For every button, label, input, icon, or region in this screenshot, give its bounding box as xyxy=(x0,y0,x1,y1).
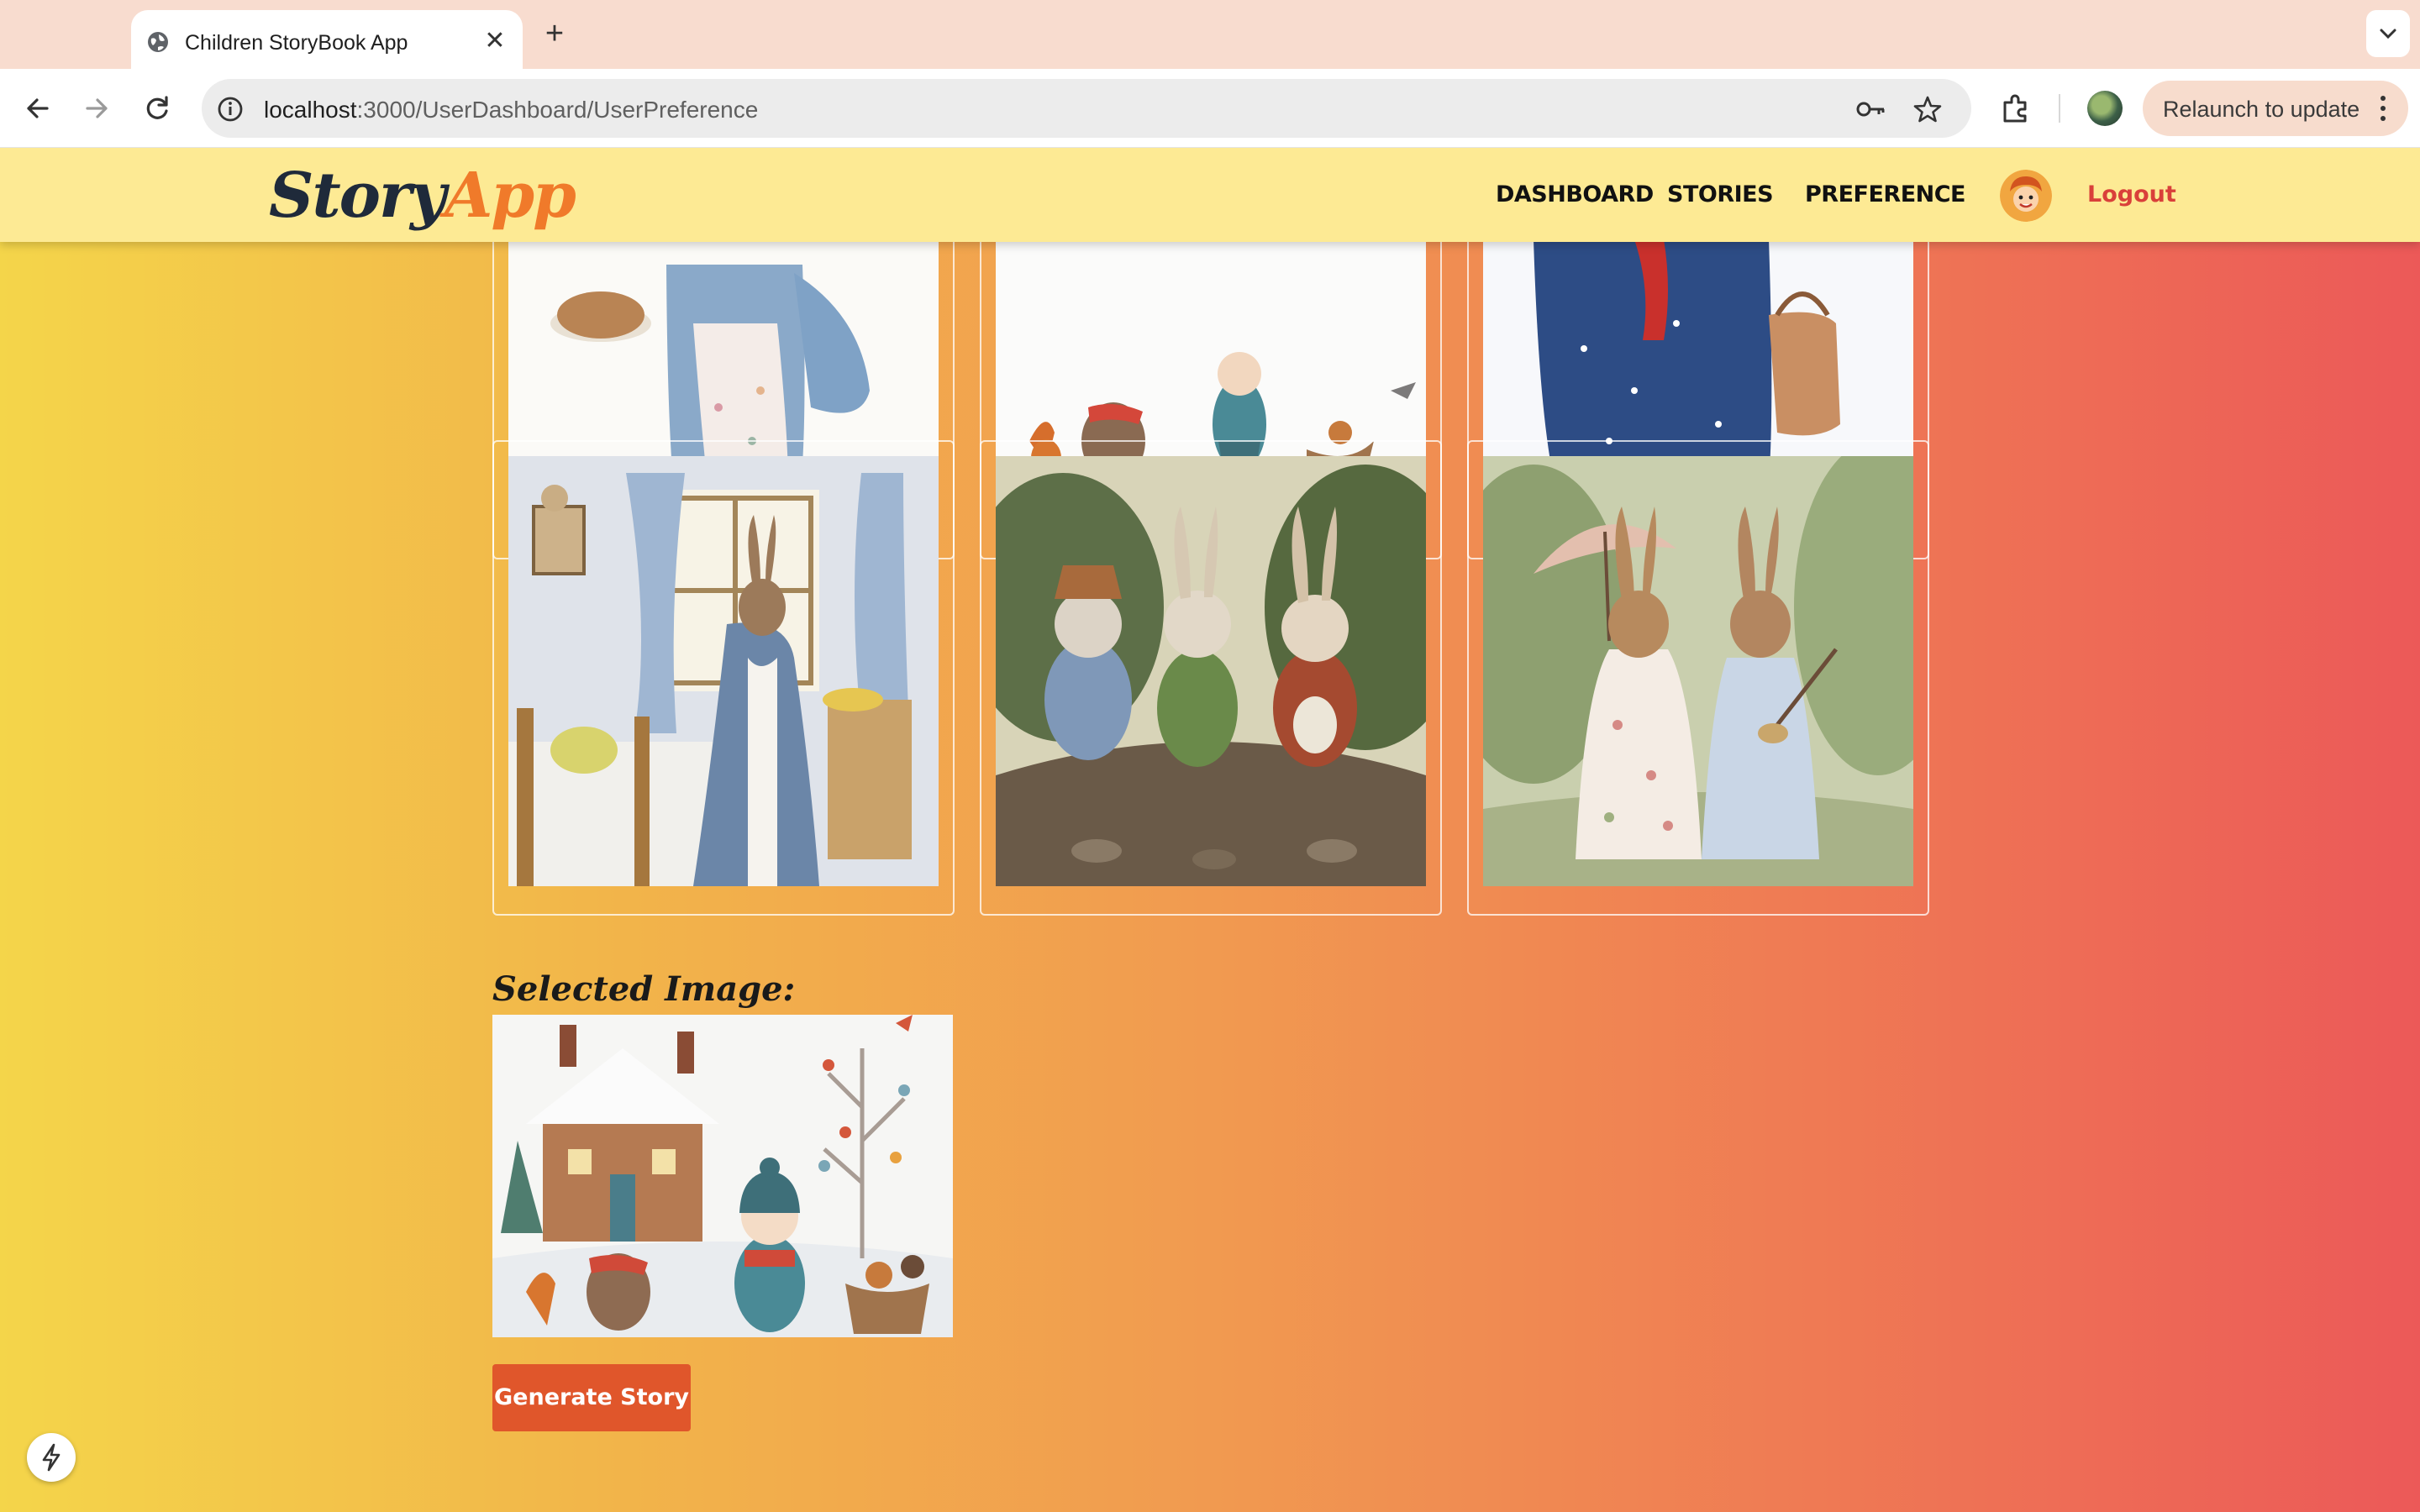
gallery-card[interactable] xyxy=(1467,440,1929,916)
tab-search-button[interactable] xyxy=(2366,10,2410,57)
toolbar-separator xyxy=(2059,94,2060,123)
generate-story-button[interactable]: Generate Story xyxy=(492,1364,691,1431)
forward-arrow-icon[interactable] xyxy=(76,87,118,129)
relaunch-label: Relaunch to update xyxy=(2163,97,2360,122)
key-icon[interactable] xyxy=(1854,94,1887,124)
menu-kebab-icon[interactable] xyxy=(2375,92,2391,124)
site-info-icon[interactable] xyxy=(213,92,247,126)
rabbit-in-bedroom-icon xyxy=(508,456,939,886)
tab-title: Children StoryBook App xyxy=(185,31,408,55)
two-rabbits-with-umbrella-icon xyxy=(1483,456,1913,886)
selected-image-heading: Selected Image: xyxy=(492,969,796,1009)
gallery-card[interactable] xyxy=(980,440,1442,916)
browser-toolbar: localhost:3000/UserDashboard/UserPrefere… xyxy=(0,69,2420,148)
logout-link[interactable]: Logout xyxy=(2087,181,2176,207)
winter-cottage-scene-icon[interactable] xyxy=(492,1015,953,1337)
page-viewport: StoryApp DASHBOARD STORIES PREFERENCE Lo… xyxy=(0,148,2420,1512)
globe-icon xyxy=(148,32,168,52)
lightning-bolt-icon xyxy=(42,1443,60,1472)
three-rabbits-walking-icon xyxy=(996,456,1426,886)
url-host: localhost xyxy=(264,97,357,123)
browser-tab-strip: Children StoryBook App ✕ + xyxy=(0,0,2420,71)
relaunch-button[interactable]: Relaunch to update xyxy=(2143,81,2408,136)
user-avatar-icon[interactable] xyxy=(2000,170,2052,222)
tab-close-icon[interactable]: ✕ xyxy=(481,27,509,55)
extensions-puzzle-icon[interactable] xyxy=(1998,91,2033,126)
app-header: StoryApp DASHBOARD STORIES PREFERENCE Lo… xyxy=(0,148,2420,242)
address-bar[interactable]: localhost:3000/UserDashboard/UserPrefere… xyxy=(202,79,1971,138)
devtools-button[interactable] xyxy=(27,1433,76,1482)
logo-text-story: Story xyxy=(269,160,446,232)
nav-stories[interactable]: STORIES xyxy=(1667,181,1774,207)
nav-preference[interactable]: PREFERENCE xyxy=(1805,181,1966,207)
url-text[interactable]: localhost:3000/UserDashboard/UserPrefere… xyxy=(264,97,758,123)
gallery-card[interactable] xyxy=(492,440,955,916)
bookmark-star-icon[interactable] xyxy=(1911,92,1944,126)
url-path: :3000/UserDashboard/UserPreference xyxy=(356,97,759,123)
new-tab-button[interactable]: + xyxy=(538,17,571,50)
back-arrow-icon[interactable] xyxy=(17,87,59,129)
reload-icon[interactable] xyxy=(136,87,178,129)
chevron-down-icon xyxy=(2380,29,2396,39)
browser-tab[interactable]: Children StoryBook App ✕ xyxy=(131,10,523,71)
story-app-logo[interactable]: StoryApp xyxy=(269,160,576,235)
profile-avatar[interactable] xyxy=(2087,91,2123,126)
logo-text-app: App xyxy=(444,160,576,232)
nav-dashboard[interactable]: DASHBOARD xyxy=(1496,181,1654,207)
